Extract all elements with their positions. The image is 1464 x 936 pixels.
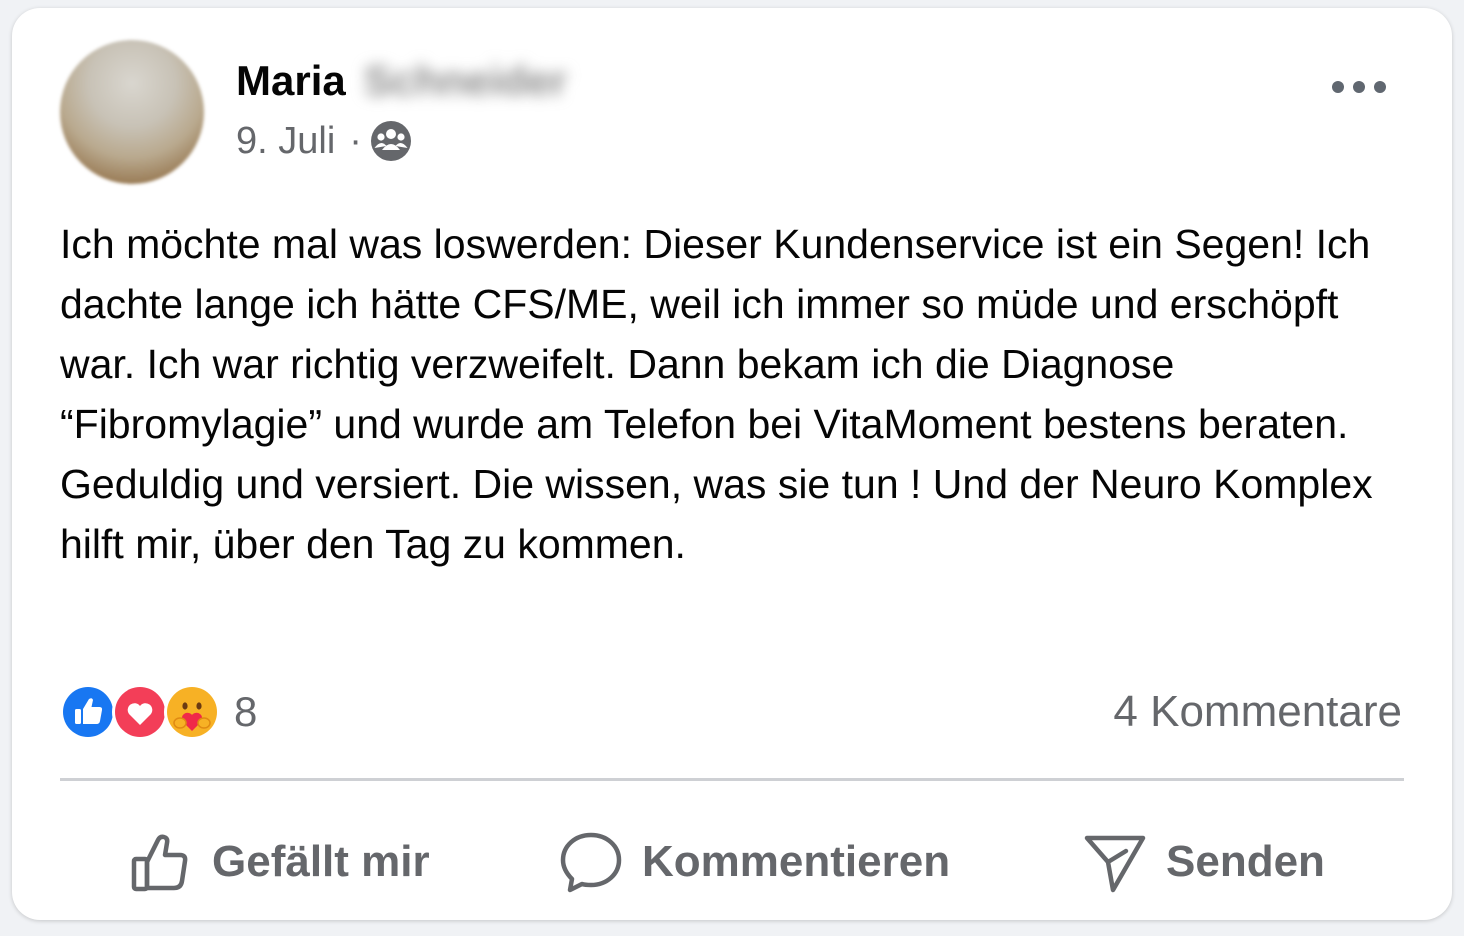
thumbs-up-icon: [131, 834, 188, 892]
send-icon: [1084, 835, 1146, 893]
comment-button-label: Kommentieren: [642, 837, 951, 886]
send-button-label: Senden: [1166, 837, 1325, 886]
meta-separator: ·: [349, 120, 362, 162]
care-icon: [164, 684, 220, 740]
post-meta: 9. Juli ·: [236, 120, 412, 162]
post-card: Maria Schneider 9. Juli · Ich möchte mal…: [12, 8, 1452, 920]
like-icon: [60, 684, 116, 740]
reactions-summary[interactable]: 8: [60, 684, 257, 740]
author-name[interactable]: Maria Schneider: [236, 60, 567, 102]
love-icon: [112, 684, 168, 740]
post-date[interactable]: 9. Juli: [236, 122, 335, 160]
like-button[interactable]: Gefällt mir: [128, 824, 430, 900]
post-text: Ich möchte mal was loswerden: Dieser Kun…: [60, 221, 1373, 567]
avatar[interactable]: [60, 40, 204, 184]
author-last-name-blurred[interactable]: Schneider: [364, 60, 567, 102]
reaction-count[interactable]: 8: [234, 688, 257, 736]
more-options-icon[interactable]: [1332, 72, 1386, 102]
comments-count[interactable]: 4 Kommentare: [1113, 690, 1402, 734]
comment-bubble-icon: [560, 832, 622, 893]
author-first-name[interactable]: Maria: [236, 60, 346, 102]
group-icon: [370, 120, 412, 162]
divider: [60, 778, 1404, 781]
send-button[interactable]: Senden: [1082, 824, 1325, 900]
like-button-label: Gefällt mir: [212, 837, 430, 886]
comment-button[interactable]: Kommentieren: [558, 824, 950, 900]
